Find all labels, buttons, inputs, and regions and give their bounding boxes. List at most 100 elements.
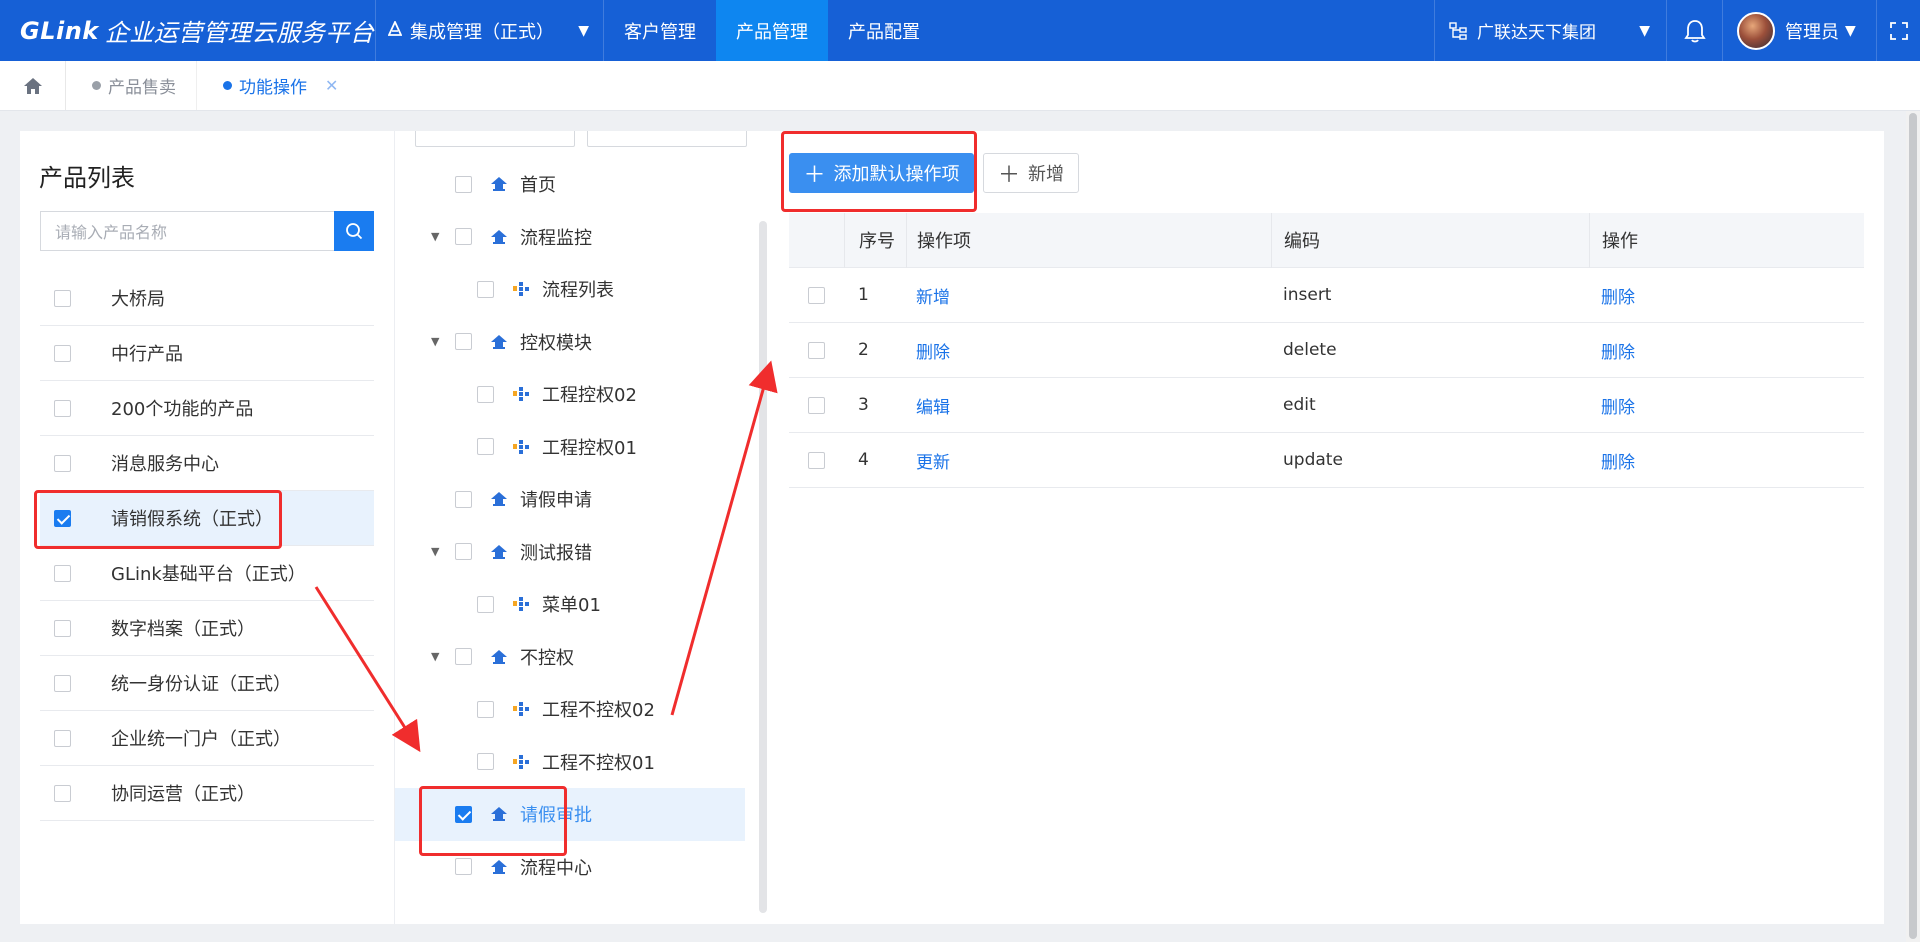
checkbox[interactable] <box>54 729 71 747</box>
checkbox[interactable] <box>477 438 494 456</box>
batch-delete-button[interactable] <box>587 131 747 147</box>
user-menu[interactable]: 管理员 ▼ <box>1722 0 1876 61</box>
checkbox[interactable] <box>808 451 825 469</box>
checkbox[interactable] <box>455 543 472 561</box>
delete-link[interactable]: 删除 <box>1601 453 1635 473</box>
chevron-down-icon: ▼ <box>578 22 589 39</box>
tree-node-selected[interactable]: 请假审批 <box>395 788 745 841</box>
list-item[interactable]: 消息服务中心 <box>40 436 374 491</box>
checkbox[interactable] <box>477 700 494 718</box>
operation-name-link[interactable]: 编辑 <box>916 398 950 418</box>
checkbox[interactable] <box>477 385 494 403</box>
checkbox[interactable] <box>455 175 472 193</box>
operation-code: edit <box>1283 395 1316 415</box>
list-item[interactable]: 200个功能的产品 <box>40 381 374 436</box>
tree-node[interactable]: 菜单01 <box>395 578 745 631</box>
tree-node[interactable]: 工程控权02 <box>395 368 745 421</box>
tree-node[interactable]: ▼ 流程监控 <box>395 211 745 264</box>
add-default-operations-button[interactable]: ＋ 添加默认操作项 <box>789 153 974 193</box>
checkbox[interactable] <box>54 399 71 417</box>
nav-product-config[interactable]: 产品配置 <box>828 0 940 61</box>
checkbox[interactable] <box>455 648 472 666</box>
operation-name-link[interactable]: 删除 <box>916 343 950 363</box>
search-input[interactable]: 请输入产品名称 <box>40 211 334 251</box>
system-select[interactable]: 集成管理（正式） ▼ <box>376 0 604 61</box>
operation-name-link[interactable]: 更新 <box>916 453 950 473</box>
tab-product-sale[interactable]: 产品售卖 <box>66 61 197 110</box>
nav-label: 客户管理 <box>624 21 696 43</box>
checkbox[interactable] <box>54 564 71 582</box>
home-button[interactable] <box>0 61 66 110</box>
operation-name-link[interactable]: 新增 <box>916 288 950 308</box>
tree-node[interactable]: 流程中心 <box>395 841 745 894</box>
app-logo[interactable]: GLink 企业运营管理云服务平台 <box>0 0 376 61</box>
list-item[interactable]: 数字档案（正式） <box>40 601 374 656</box>
tree-node[interactable]: 工程不控权02 <box>395 683 745 736</box>
tree-node[interactable]: 请假申请 <box>395 473 745 526</box>
tab-function-operation[interactable]: 功能操作 ✕ <box>197 61 358 110</box>
org-icon <box>1449 21 1467 40</box>
org-select[interactable]: 广联达天下集团 ▼ <box>1434 0 1666 61</box>
checkbox-checked[interactable] <box>455 805 472 823</box>
caret-down-icon[interactable]: ▼ <box>431 650 439 663</box>
checkbox[interactable] <box>54 784 71 802</box>
checkbox[interactable] <box>54 344 71 362</box>
close-icon[interactable]: ✕ <box>325 76 338 95</box>
tree-node[interactable]: ▼ 测试报错 <box>395 526 745 579</box>
nav-product[interactable]: 产品管理 <box>716 0 828 61</box>
add-operation-button[interactable]: ＋ 新增 <box>983 153 1079 193</box>
tree-node-label: 工程不控权02 <box>542 700 655 722</box>
checkbox[interactable] <box>455 333 472 351</box>
caret-down-icon[interactable]: ▼ <box>431 335 439 348</box>
checkbox-checked[interactable] <box>54 509 71 527</box>
tree-node[interactable]: 工程控权01 <box>395 421 745 474</box>
fullscreen-button[interactable] <box>1876 0 1920 61</box>
checkbox[interactable] <box>477 753 494 771</box>
nav-label: 产品配置 <box>848 21 920 43</box>
list-item[interactable]: GLink基础平台（正式） <box>40 546 374 601</box>
checkbox[interactable] <box>54 619 71 637</box>
notification-button[interactable] <box>1666 0 1722 61</box>
checkbox[interactable] <box>455 228 472 246</box>
search-button[interactable] <box>334 211 374 251</box>
delete-link[interactable]: 删除 <box>1601 343 1635 363</box>
tree-node[interactable]: ▼ 控权模块 <box>395 316 745 369</box>
checkbox[interactable] <box>455 858 472 876</box>
tree-node[interactable]: 流程列表 <box>395 263 745 316</box>
checkbox[interactable] <box>54 289 71 307</box>
tree-node[interactable]: ▼ 不控权 <box>395 631 745 684</box>
button-label: 添加默认操作项 <box>833 164 960 185</box>
tree-node[interactable]: 工程不控权01 <box>395 736 745 789</box>
checkbox[interactable] <box>808 286 825 304</box>
column-header: 序号 <box>844 212 906 268</box>
tree-node[interactable]: 首页 <box>395 158 745 211</box>
list-item[interactable]: 协同运营（正式） <box>40 766 374 821</box>
list-item[interactable]: 统一身份认证（正式） <box>40 656 374 711</box>
delete-link[interactable]: 删除 <box>1601 288 1635 308</box>
page-scrollbar[interactable] <box>1906 111 1920 942</box>
batch-add-button[interactable] <box>415 131 575 147</box>
menu-node-icon <box>490 491 508 507</box>
checkbox[interactable] <box>808 396 825 414</box>
tree-scrollbar[interactable] <box>759 221 767 913</box>
caret-down-icon[interactable]: ▼ <box>431 545 439 558</box>
tree-node-label: 菜单01 <box>542 595 601 617</box>
menu-node-icon <box>490 334 508 350</box>
checkbox[interactable] <box>477 595 494 613</box>
nav-customer[interactable]: 客户管理 <box>604 0 716 61</box>
tab-bar: 产品售卖 功能操作 ✕ <box>0 61 1920 111</box>
checkbox[interactable] <box>455 490 472 508</box>
list-item[interactable]: 中行产品 <box>40 326 374 381</box>
list-item[interactable]: 企业统一门户（正式） <box>40 711 374 766</box>
checkbox[interactable] <box>54 454 71 472</box>
list-item[interactable]: 大桥局 <box>40 271 374 326</box>
list-item-selected[interactable]: 请销假系统（正式） <box>40 491 374 546</box>
checkbox[interactable] <box>54 674 71 692</box>
system-icon <box>387 19 403 41</box>
checkbox[interactable] <box>477 280 494 298</box>
checkbox[interactable] <box>808 341 825 359</box>
user-name: 管理员 <box>1785 21 1839 43</box>
delete-link[interactable]: 删除 <box>1601 398 1635 418</box>
scrollbar-thumb[interactable] <box>1909 113 1917 939</box>
caret-down-icon[interactable]: ▼ <box>431 230 439 243</box>
